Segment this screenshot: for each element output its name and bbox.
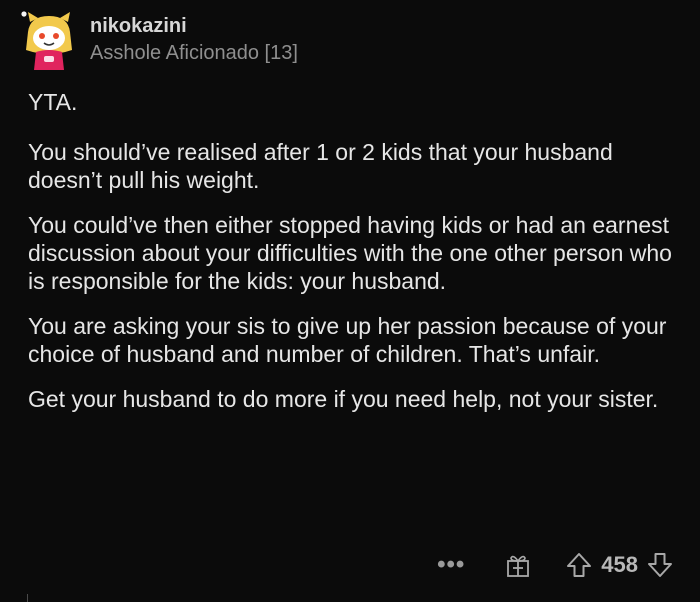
award-button[interactable]	[505, 552, 531, 578]
thread-line	[27, 594, 28, 602]
comment-actions: ••• 458	[437, 548, 674, 582]
upvote-button[interactable]	[565, 551, 593, 579]
gift-award-icon	[507, 555, 530, 577]
comment-header: nikokazini Asshole Aficionado [13]	[20, 10, 298, 80]
comment-paragraph: You are asking your sis to give up her p…	[28, 313, 667, 367]
downvote-arrow-icon	[648, 553, 672, 577]
comment-paragraph: YTA.	[28, 89, 78, 115]
comment-paragraph: You could’ve then either stopped having …	[28, 212, 672, 294]
comment-meta: nikokazini Asshole Aficionado [13]	[90, 14, 298, 66]
comment-card: nikokazini Asshole Aficionado [13] YTA. …	[0, 0, 700, 602]
avatar[interactable]	[20, 10, 78, 72]
user-flair: Asshole Aficionado [13]	[90, 42, 298, 64]
downvote-button[interactable]	[646, 551, 674, 579]
comment-paragraph: You should’ve realised after 1 or 2 kids…	[28, 139, 613, 193]
comment-paragraph: Get your husband to do more if you need …	[28, 386, 659, 412]
more-options-button[interactable]: •••	[437, 553, 465, 577]
upvote-arrow-icon	[567, 553, 592, 577]
vote-score: 458	[601, 552, 638, 577]
comment-body: YTA. You should’ve realised after 1 or 2…	[28, 88, 678, 430]
username[interactable]: nikokazini	[90, 14, 298, 38]
avatar-snoo-icon	[21, 11, 72, 70]
